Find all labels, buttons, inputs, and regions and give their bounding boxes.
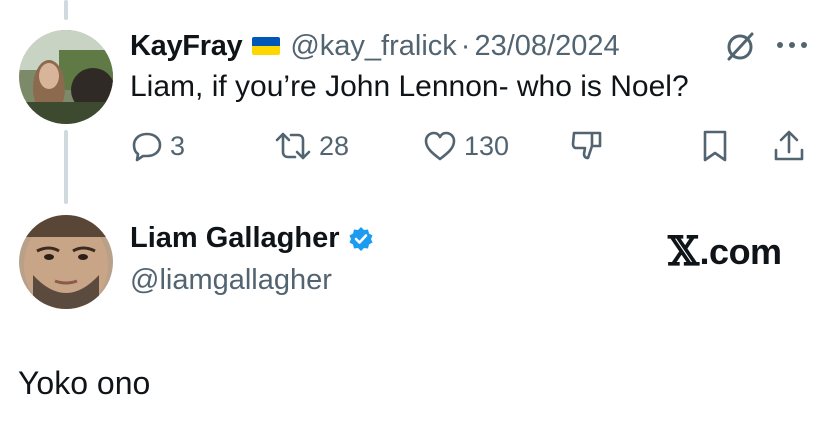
edit-disabled-icon[interactable] xyxy=(722,28,758,64)
thread-line-top xyxy=(64,0,68,20)
x-logo-icon: 𝕏 xyxy=(668,228,699,275)
parent-tweet-actions: 3 28 130 xyxy=(130,124,820,168)
main-tweet-header: Liam Gallagher xyxy=(130,222,374,255)
parent-display-name[interactable]: KayFray xyxy=(130,30,243,63)
dislike-button[interactable] xyxy=(570,124,606,168)
bookmark-button[interactable] xyxy=(700,124,730,168)
reply-count: 3 xyxy=(170,130,186,161)
like-count: 130 xyxy=(464,130,510,161)
reply-icon xyxy=(132,132,162,162)
verified-badge-icon xyxy=(349,226,373,251)
kayfray-avatar[interactable] xyxy=(19,30,113,124)
retweet-count: 28 xyxy=(319,130,350,161)
liam-gallagher-avatar[interactable] xyxy=(19,215,113,309)
thread-line-connector xyxy=(64,130,68,204)
main-handle[interactable]: @liamgallagher xyxy=(130,264,332,297)
parent-tweet-text: Liam, if you’re John Lennon- who is Noel… xyxy=(130,70,689,103)
thumbs-down-icon xyxy=(571,131,602,160)
main-tweet-text: Yoko ono xyxy=(18,365,151,401)
share-icon xyxy=(774,130,804,161)
bookmark-icon xyxy=(703,130,727,162)
share-button[interactable] xyxy=(772,124,806,168)
parent-date[interactable]: 23/08/2024 xyxy=(474,30,619,63)
x-com-watermark: 𝕏 .com xyxy=(668,228,782,275)
retweet-button[interactable]: 28 xyxy=(273,124,349,168)
ukraine-flag-icon xyxy=(252,37,281,55)
more-options-icon[interactable] xyxy=(772,30,812,60)
separator-dot: · xyxy=(460,29,471,62)
parent-handle[interactable]: @kay_fralick xyxy=(290,30,456,63)
parent-tweet-header: KayFray @kay_fralick · 23/08/2024 xyxy=(130,26,620,66)
heart-icon xyxy=(424,131,456,161)
main-display-name[interactable]: Liam Gallagher xyxy=(130,222,340,255)
watermark-suffix: .com xyxy=(699,230,783,272)
reply-button[interactable]: 3 xyxy=(130,124,185,168)
retweet-icon xyxy=(275,132,311,160)
like-button[interactable]: 130 xyxy=(422,124,509,168)
